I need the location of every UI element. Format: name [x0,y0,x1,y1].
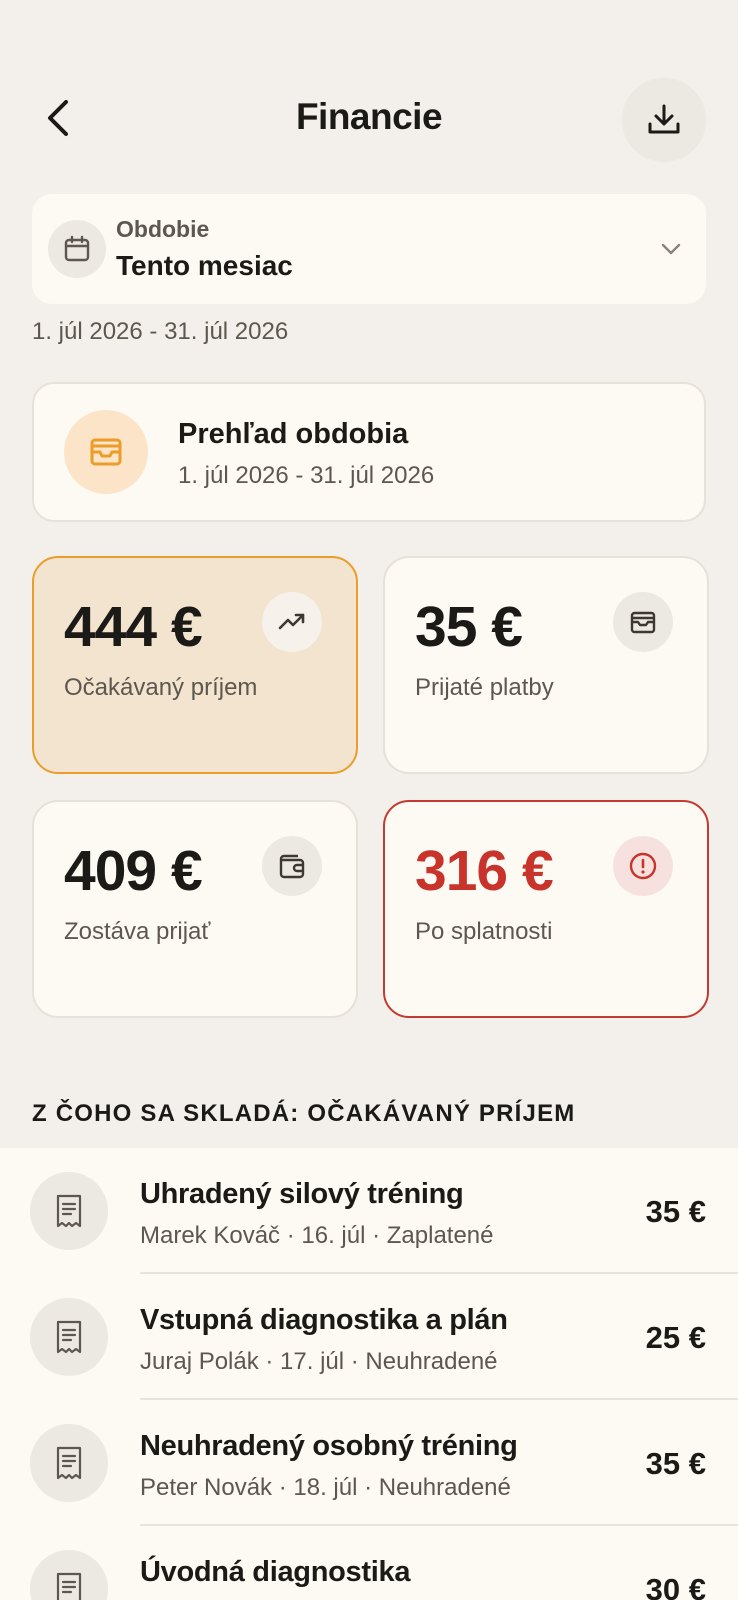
item-title: Úvodná diagnostika [140,1556,411,1588]
stat-value: 35 € [415,595,523,659]
calendar-icon [48,220,106,278]
section-title: Z ČOHO SA SKLADÁ: OČAKÁVANÝ PRÍJEM [32,1100,576,1127]
list-item[interactable]: Úvodná diagnostika 30 € [0,1526,738,1600]
stat-card-remaining[interactable]: 409 € Zostáva prijať [32,800,358,1018]
stat-label: Po splatnosti [415,918,553,945]
item-title: Uhradený silový tréning [140,1178,464,1210]
overview-card: Prehľad obdobia 1. júl 2026 - 31. júl 20… [32,382,706,522]
item-amount: 30 € [645,1572,706,1600]
list-item[interactable]: Vstupná diagnostika a plán Juraj Polák ·… [0,1274,738,1400]
stat-value: 409 € [64,839,203,903]
stat-value: 316 € [415,839,554,903]
alert-circle-icon [613,836,673,896]
list-item[interactable]: Uhradený silový tréning Marek Kováč · 16… [0,1148,738,1274]
overview-title: Prehľad obdobia [178,418,409,450]
wallet-icon [262,836,322,896]
inbox-icon [613,592,673,652]
overview-range: 1. júl 2026 - 31. júl 2026 [178,462,435,489]
stat-label: Prijaté platby [415,674,554,701]
download-icon [648,104,680,134]
stat-label: Zostáva prijať [64,918,211,945]
period-range: 1. júl 2026 - 31. júl 2026 [32,318,289,345]
inbox-icon [64,410,148,494]
receipt-icon [30,1298,108,1376]
chevron-down-icon [656,234,686,264]
item-subtitle: Juraj Polák · 17. júl · Neuhradené [140,1348,498,1375]
income-breakdown-list: Uhradený silový tréning Marek Kováč · 16… [0,1148,738,1600]
trending-up-icon [262,592,322,652]
item-title: Vstupná diagnostika a plán [140,1304,508,1336]
stat-card-received-payments[interactable]: 35 € Prijaté platby [383,556,709,774]
item-amount: 25 € [645,1320,706,1355]
item-title: Neuhradený osobný tréning [140,1430,518,1462]
receipt-icon [30,1550,108,1600]
stat-card-overdue[interactable]: 316 € Po splatnosti [383,800,709,1018]
app-header: Financie [0,70,738,170]
item-amount: 35 € [645,1446,706,1481]
stat-label: Očakávaný príjem [64,674,258,701]
stat-card-expected-income[interactable]: 444 € Očakávaný príjem [32,556,358,774]
item-subtitle: Peter Novák · 18. júl · Neuhradené [140,1474,511,1501]
receipt-icon [30,1424,108,1502]
receipt-icon [30,1172,108,1250]
period-value: Tento mesiac [116,250,293,281]
list-item[interactable]: Neuhradený osobný tréning Peter Novák · … [0,1400,738,1526]
download-button[interactable] [622,78,706,162]
item-amount: 35 € [645,1194,706,1229]
period-label: Obdobie [116,216,210,242]
item-subtitle: Marek Kováč · 16. júl · Zaplatené [140,1222,494,1249]
stat-value: 444 € [64,595,203,659]
period-select[interactable]: Obdobie Tento mesiac [32,194,706,304]
